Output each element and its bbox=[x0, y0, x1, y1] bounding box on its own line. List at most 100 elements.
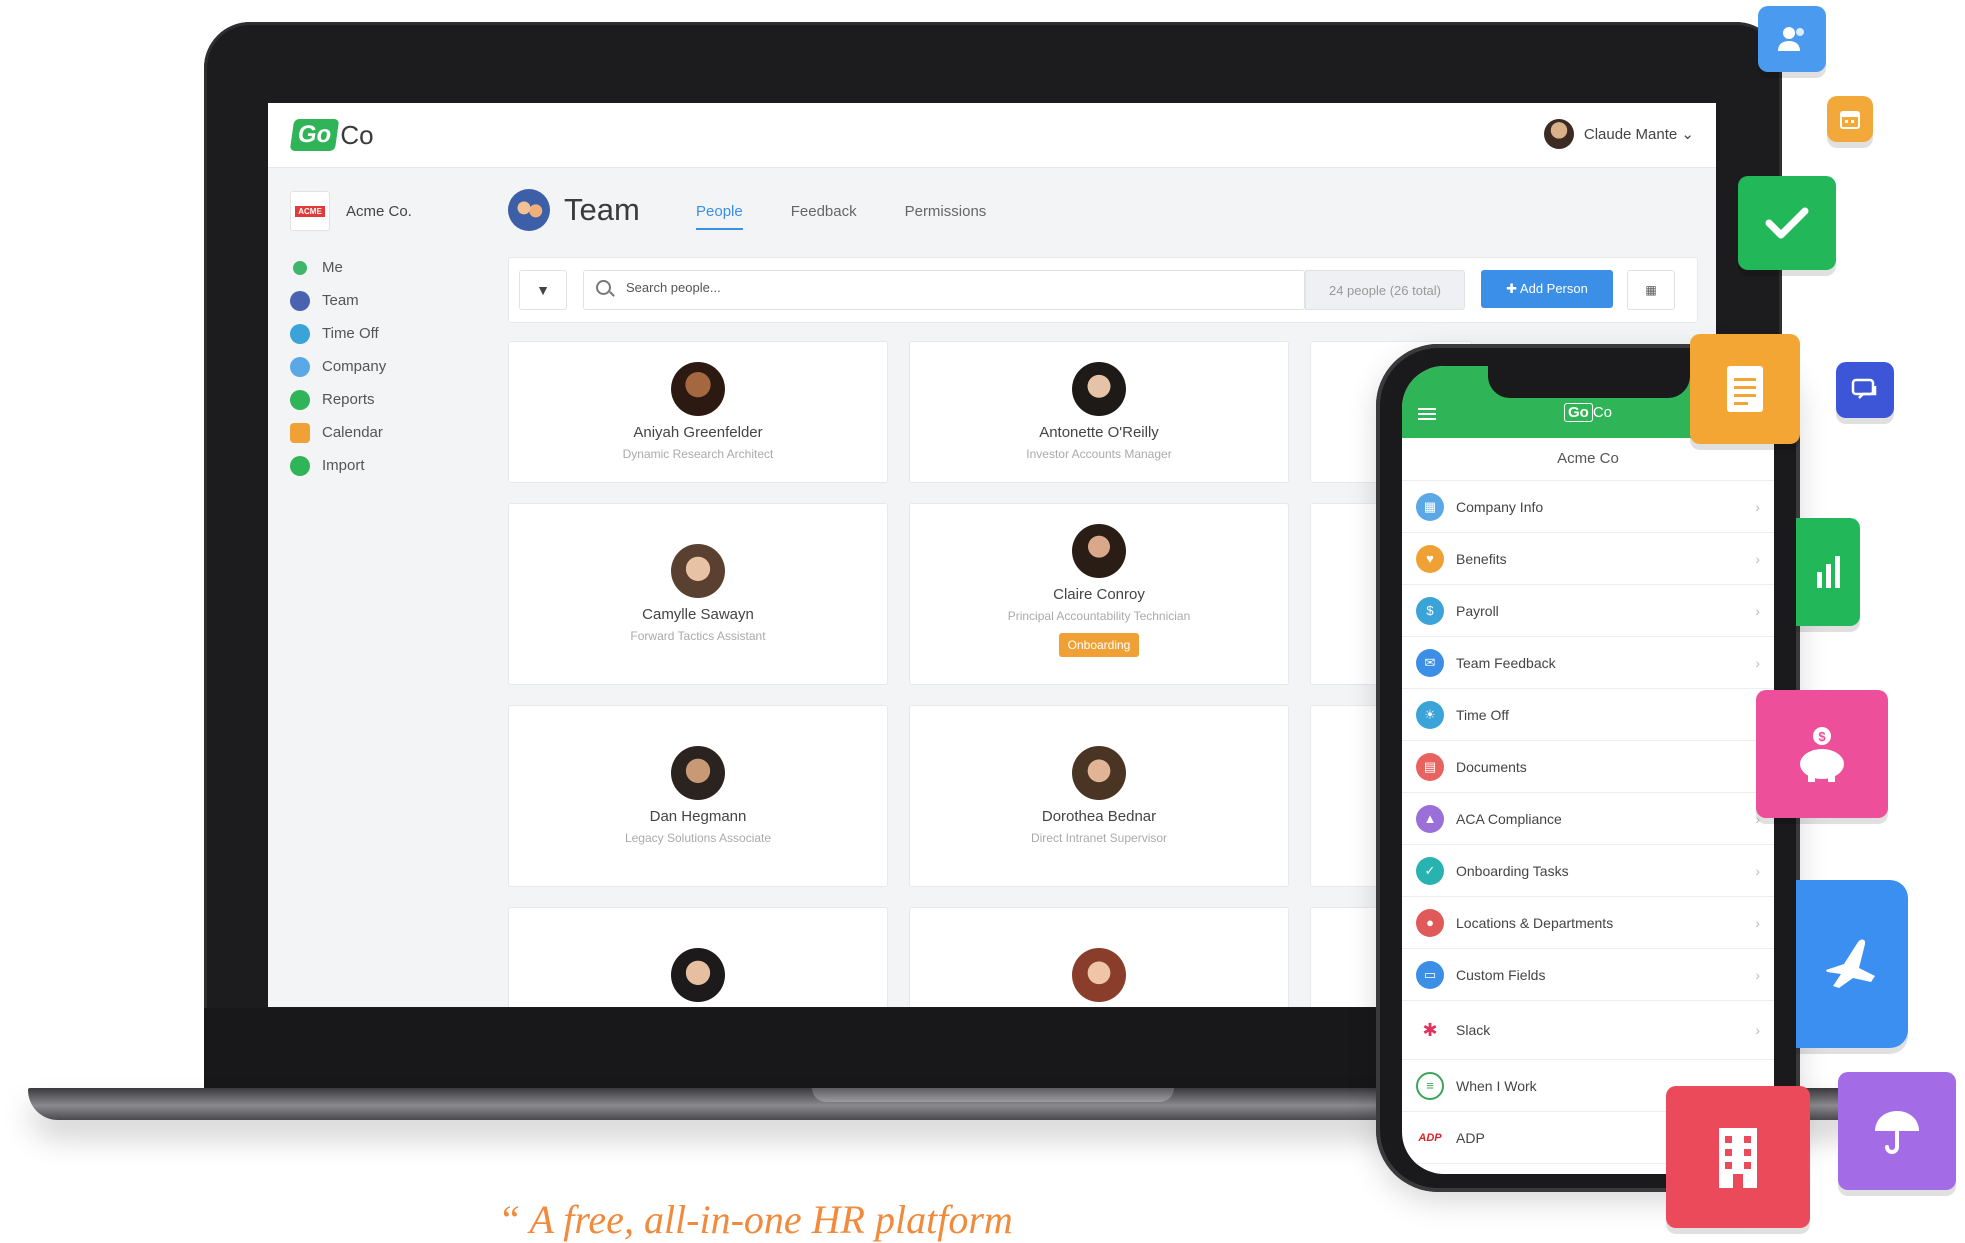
phone-menu-onboarding-tasks[interactable]: ✓ Onboarding Tasks › bbox=[1402, 845, 1774, 897]
avatar bbox=[671, 362, 725, 416]
person-card[interactable]: Dan Hegmann Legacy Solutions Associate bbox=[508, 705, 888, 887]
avatar bbox=[671, 948, 725, 1002]
chevron-right-icon: › bbox=[1755, 966, 1760, 983]
sidebar-item-reports[interactable]: Reports bbox=[290, 383, 490, 416]
calendar-icon bbox=[290, 422, 310, 443]
sidebar-item-import[interactable]: Import bbox=[290, 449, 490, 482]
top-bar: Go Co Claude Mante ⌄ bbox=[268, 103, 1716, 168]
chevron-right-icon: › bbox=[1755, 1022, 1760, 1038]
user-name: Claude Mante ⌄ bbox=[1583, 126, 1694, 143]
person-role: Principal Accountability Technician bbox=[1007, 609, 1191, 623]
svg-text:$: $ bbox=[1818, 729, 1826, 744]
phone-menu-label: Onboarding Tasks bbox=[1456, 862, 1569, 879]
tab-feedback[interactable]: Feedback bbox=[791, 203, 857, 230]
feedback-icon: ✉ bbox=[1416, 648, 1444, 677]
phone-menu-documents[interactable]: ▤Documents› bbox=[1402, 741, 1774, 793]
people-tile-icon bbox=[1758, 6, 1826, 72]
logo-go: Go bbox=[289, 119, 340, 151]
phone-menu-team-feedback[interactable]: ✉ Team Feedback › bbox=[1402, 637, 1774, 689]
phone-menu-label: Payroll bbox=[1456, 602, 1499, 619]
person-card[interactable]: Aniyah Greenfelder Dynamic Research Arch… bbox=[508, 341, 888, 483]
chevron-right-icon: › bbox=[1755, 602, 1760, 619]
hamburger-menu-icon[interactable] bbox=[1418, 408, 1436, 410]
sidebar-item-time-off[interactable]: Time Off bbox=[290, 317, 490, 350]
search-box bbox=[583, 270, 1305, 310]
person-card[interactable] bbox=[909, 907, 1289, 1007]
id-card-icon: ▭ bbox=[1416, 960, 1444, 989]
phone-menu-company-info[interactable]: ▦ Company Info › bbox=[1402, 481, 1774, 533]
user-menu[interactable]: Claude Mante ⌄ bbox=[1543, 119, 1694, 149]
phone-menu-locations[interactable]: ● Locations & Departments › bbox=[1402, 897, 1774, 949]
phone-menu-label: Benefits bbox=[1456, 550, 1507, 567]
document-icon: ▤ bbox=[1416, 752, 1444, 781]
person-card[interactable]: Dorothea Bednar Direct Intranet Supervis… bbox=[909, 705, 1289, 887]
sidebar-item-me[interactable]: Me bbox=[290, 251, 490, 284]
building-icon: ▦ bbox=[1416, 492, 1444, 521]
adp-icon: ADP bbox=[1418, 1131, 1442, 1144]
person-card[interactable]: Camylle Sawayn Forward Tactics Assistant bbox=[508, 503, 888, 685]
search-input[interactable] bbox=[624, 279, 1268, 296]
location-pin-icon: ● bbox=[1416, 908, 1444, 937]
person-name: Camylle Sawayn bbox=[642, 606, 754, 623]
tab-people[interactable]: People bbox=[696, 203, 743, 230]
sidebar-item-team[interactable]: Team bbox=[290, 284, 490, 317]
phone-menu-label: Team Feedback bbox=[1456, 654, 1556, 671]
sidebar-item-label: Team bbox=[322, 292, 359, 309]
person-card[interactable] bbox=[508, 907, 888, 1007]
filter-icon: ▼ bbox=[536, 282, 550, 298]
phone-menu-payroll[interactable]: $ Payroll › bbox=[1402, 585, 1774, 637]
avatar bbox=[1072, 524, 1126, 578]
tagline: “ A free, all-in-one HR platform bbox=[498, 1197, 1013, 1242]
phone-menu-slack[interactable]: ✱ Slack › bbox=[1402, 1001, 1774, 1060]
slack-icon: ✱ bbox=[1422, 1019, 1438, 1040]
phone-menu-custom-fields[interactable]: ▭ Custom Fields › bbox=[1402, 949, 1774, 1001]
add-person-button[interactable]: ✚ Add Person bbox=[1481, 270, 1613, 308]
heart-icon: ♥ bbox=[1416, 544, 1444, 573]
person-name: Aniyah Greenfelder bbox=[633, 424, 763, 441]
goco-logo[interactable]: Go Co bbox=[289, 119, 374, 151]
person-card[interactable]: Antonette O'Reilly Investor Accounts Man… bbox=[909, 341, 1289, 483]
airplane-tile-icon bbox=[1796, 880, 1908, 1048]
piggy-bank-tile-icon: $ bbox=[1756, 690, 1888, 818]
company-switcher[interactable]: ACME Acme Co. bbox=[290, 191, 490, 231]
phone-menu-time-off[interactable]: ☀Time Off› bbox=[1402, 689, 1774, 741]
avatar bbox=[671, 746, 725, 800]
sidebar-item-label: Import bbox=[322, 457, 365, 474]
person-role: Legacy Solutions Associate bbox=[624, 831, 772, 845]
phone-menu-label: ADP bbox=[1456, 1129, 1485, 1146]
people-toolbar: ▼ 24 people (26 total) ✚ Add Person ▦ bbox=[508, 257, 1698, 323]
phone-notch bbox=[1488, 366, 1690, 398]
phone-menu-aca-compliance[interactable]: ▲ ACA Compliance › bbox=[1402, 793, 1774, 845]
chevron-right-icon: › bbox=[1755, 914, 1760, 931]
sidebar-item-label: Time Off bbox=[322, 325, 379, 342]
avatar bbox=[1072, 948, 1126, 1002]
chevron-right-icon: › bbox=[1755, 498, 1760, 515]
people-count: 24 people (26 total) bbox=[1305, 270, 1465, 310]
page-header: Team bbox=[508, 189, 640, 231]
phone-menu-label: Company Info bbox=[1456, 498, 1544, 515]
avatar bbox=[671, 544, 725, 598]
avatar bbox=[1072, 362, 1126, 416]
calendar-tile-icon bbox=[1827, 96, 1873, 142]
sidebar-item-label: Me bbox=[322, 259, 343, 276]
sidebar-item-company[interactable]: Company bbox=[290, 350, 490, 383]
grid-icon: ▦ bbox=[1645, 283, 1657, 297]
payroll-icon: $ bbox=[1416, 596, 1444, 625]
acme-logo: ACME bbox=[290, 191, 330, 231]
phone-menu-benefits[interactable]: ♥ Benefits › bbox=[1402, 533, 1774, 585]
chevron-right-icon: › bbox=[1755, 862, 1760, 879]
phone-company-name: Acme Co bbox=[1402, 438, 1774, 481]
tab-permissions[interactable]: Permissions bbox=[905, 203, 987, 230]
filter-button[interactable]: ▼ bbox=[519, 270, 567, 310]
person-card[interactable]: Claire Conroy Principal Accountability T… bbox=[909, 503, 1289, 685]
clipboard-icon: ✓ bbox=[1416, 856, 1444, 885]
sidebar-item-calendar[interactable]: Calendar bbox=[290, 416, 490, 449]
person-role: Forward Tactics Assistant bbox=[630, 629, 766, 643]
reports-tile-icon bbox=[1796, 518, 1860, 626]
search-icon bbox=[596, 280, 611, 295]
logo-co: Co bbox=[340, 119, 374, 150]
status-badge: Onboarding bbox=[1058, 633, 1140, 657]
compliance-icon: ▲ bbox=[1416, 804, 1444, 833]
grid-view-button[interactable]: ▦ bbox=[1627, 270, 1675, 310]
phone-logo-mark: Go bbox=[1564, 403, 1593, 422]
